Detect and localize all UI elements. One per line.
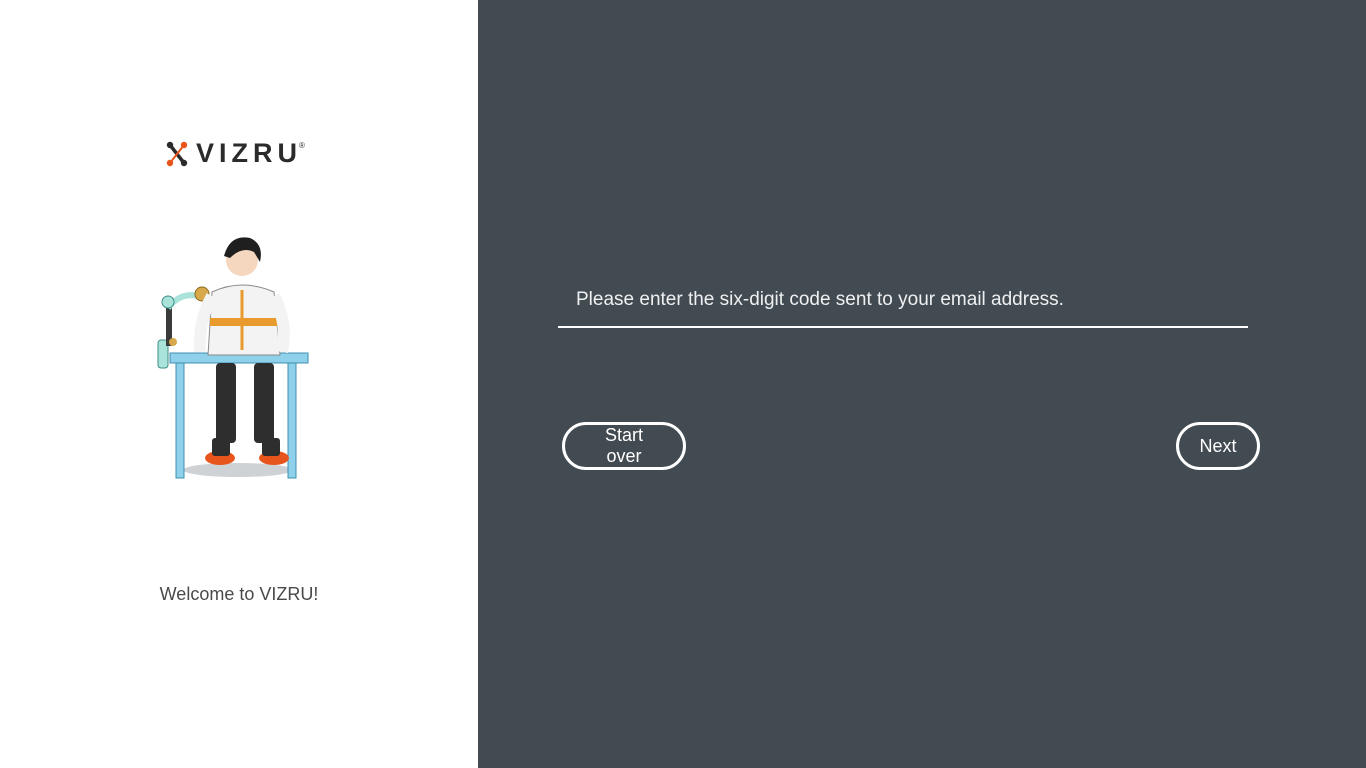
welcome-message: Welcome to VIZRU! bbox=[159, 584, 319, 604]
character-at-desk-illustration bbox=[157, 237, 309, 479]
verification-code-input[interactable] bbox=[558, 280, 1248, 326]
verification-code-field bbox=[558, 280, 1248, 328]
logo-wordmark: VIZRU bbox=[196, 138, 302, 168]
vizru-logo-mark-icon bbox=[166, 141, 188, 166]
registered-mark: ® bbox=[299, 141, 305, 150]
verification-panel bbox=[478, 0, 1366, 768]
next-button[interactable]: Next bbox=[1176, 422, 1260, 470]
start-over-button[interactable]: Start over bbox=[562, 422, 686, 470]
branding-panel: VIZRU ® Welcome to VIZRU! bbox=[0, 0, 478, 768]
login-page: VIZRU ® Welcome to VIZRU! Please enter t… bbox=[0, 0, 1366, 768]
vizru-logo: VIZRU ® bbox=[166, 138, 305, 169]
